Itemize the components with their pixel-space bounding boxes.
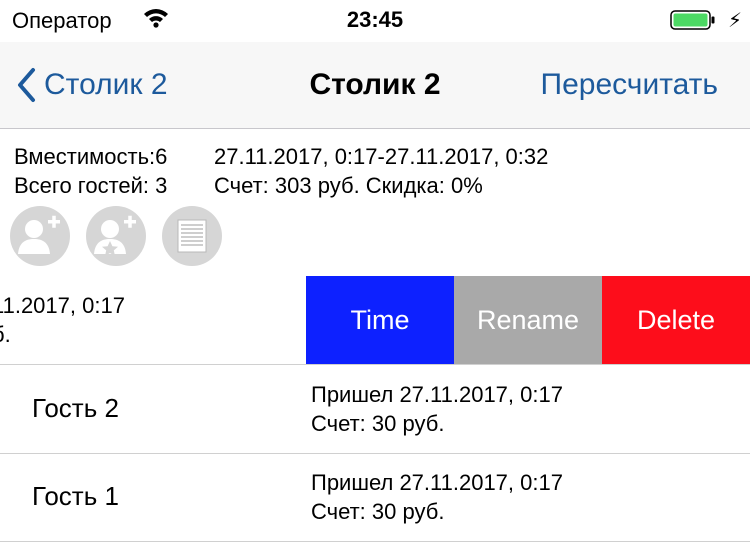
- guest-details: Пришел 27.11.2017, 0:17 Счет: 30 руб.: [311, 468, 563, 526]
- swiped-row-line2: б.: [0, 322, 11, 347]
- rename-button[interactable]: Rename: [454, 276, 602, 364]
- status-time: 23:45: [346, 7, 404, 32]
- swiped-row-line1: 11.2017, 0:17: [0, 293, 125, 318]
- battery-icon: [670, 10, 716, 30]
- guest-arrived: Пришел 27.11.2017, 0:17: [311, 470, 563, 495]
- delete-button[interactable]: Delete: [602, 276, 750, 364]
- add-guest-icon[interactable]: [10, 206, 70, 266]
- guest-row[interactable]: Гость 2 Пришел 27.11.2017, 0:17 Счет: 30…: [0, 365, 750, 454]
- recalculate-button[interactable]: Пересчитать: [541, 68, 718, 102]
- charging-icon: ⚡︎: [728, 10, 743, 32]
- guest-row[interactable]: Гость 1 Пришел 27.11.2017, 0:17 Счет: 30…: [0, 453, 750, 542]
- swiped-guest-row[interactable]: 11.2017, 0:17 б. Time Rename Delete: [0, 276, 750, 365]
- guest-name: Гость 2: [32, 393, 119, 423]
- guest-arrived: Пришел 27.11.2017, 0:17: [311, 382, 563, 407]
- time-button[interactable]: Time: [306, 276, 454, 364]
- bill-label: Счет: 303 руб. Скидка: 0%: [214, 173, 483, 198]
- swiped-row-details: 11.2017, 0:17 б.: [0, 291, 125, 349]
- guest-details: Пришел 27.11.2017, 0:17 Счет: 30 руб.: [311, 380, 563, 438]
- table-info: Вместимость:6 27.11.2017, 0:17-27.11.201…: [14, 142, 548, 200]
- add-vip-guest-icon[interactable]: [86, 206, 146, 266]
- status-bar: Оператор 23:45 ⚡︎: [0, 0, 750, 42]
- guests-total-label: Всего гостей: 3: [14, 173, 168, 198]
- period-label: 27.11.2017, 0:17-27.11.2017, 0:32: [214, 144, 549, 169]
- guest-bill: Счет: 30 руб.: [311, 499, 445, 524]
- navigation-bar: Столик 2 Столик 2 Пересчитать: [0, 42, 750, 129]
- guest-bill: Счет: 30 руб.: [311, 411, 445, 436]
- guest-name: Гость 1: [32, 481, 119, 511]
- capacity-label: Вместимость:6: [14, 144, 168, 169]
- action-toolbar: [10, 206, 238, 266]
- document-icon[interactable]: [162, 206, 222, 266]
